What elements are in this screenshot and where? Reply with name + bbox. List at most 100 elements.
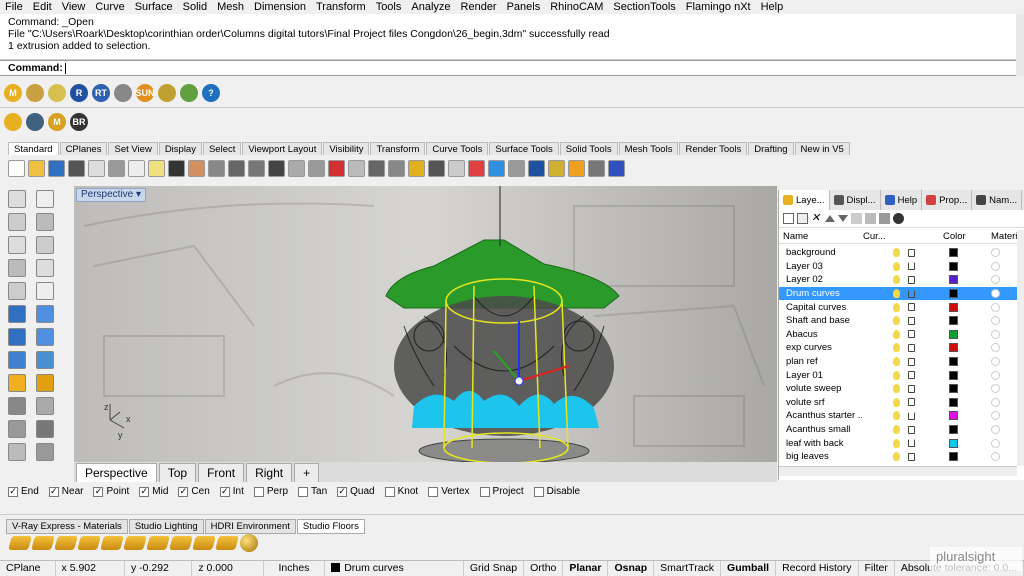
standard-tool-icon[interactable] [528, 159, 545, 177]
layer-name[interactable]: volute srf [786, 397, 862, 408]
standard-tool-icon[interactable] [188, 159, 205, 177]
layer-color-swatch[interactable] [949, 275, 958, 285]
layer-material-icon[interactable] [991, 302, 1000, 312]
status-toggle-osnap[interactable]: Osnap [608, 561, 655, 576]
plugin-icon[interactable]: M [4, 84, 22, 102]
units-label[interactable]: Inches [264, 561, 326, 576]
layer-color-swatch[interactable] [949, 329, 958, 339]
standard-tool-icon[interactable] [48, 159, 65, 177]
status-toggle-record-history[interactable]: Record History [776, 561, 859, 576]
move-parent-icon[interactable] [851, 213, 862, 224]
layer-visibility-bulb-icon[interactable] [893, 397, 900, 407]
osnap-cen[interactable]: ✓ Cen [178, 486, 210, 497]
standard-tool-icon[interactable] [508, 159, 525, 177]
command-scrollbar[interactable] [1016, 14, 1024, 76]
osnap-mid[interactable]: ✓ Mid [139, 486, 168, 497]
standard-tool-icon[interactable] [88, 159, 105, 177]
layer-lock-icon[interactable] [908, 316, 915, 325]
osnap-project[interactable]: Project [479, 486, 524, 497]
menu-item-surface[interactable]: Surface [130, 0, 178, 14]
left-tool-icon[interactable] [36, 236, 54, 254]
standard-tool-icon[interactable] [148, 159, 165, 177]
layer-visibility-bulb-icon[interactable] [893, 343, 900, 353]
status-toggle-ortho[interactable]: Ortho [524, 561, 564, 576]
osnap-checkbox[interactable] [298, 486, 309, 497]
status-toggle-filter[interactable]: Filter [859, 561, 895, 576]
floor-preset-icon[interactable] [54, 536, 78, 550]
layer-name[interactable]: Acanthus starter ... [786, 410, 862, 421]
standard-tool-icon[interactable] [348, 159, 365, 177]
menu-item-view[interactable]: View [57, 0, 91, 14]
panel-tab-0[interactable]: Laye... [779, 190, 830, 210]
plugin-icon[interactable] [180, 84, 198, 102]
layer-row[interactable]: volute sweep [779, 382, 1017, 396]
render-tab-v-ray-express-materials[interactable]: V-Ray Express - Materials [6, 519, 128, 534]
menu-item-analyze[interactable]: Analyze [406, 0, 455, 14]
standard-tool-icon[interactable] [68, 159, 85, 177]
plugin-icon[interactable] [114, 84, 132, 102]
layer-row[interactable]: Capital curves [779, 300, 1017, 314]
layer-row[interactable]: Acanthus starter ... [779, 409, 1017, 423]
standard-tool-icon[interactable] [548, 159, 565, 177]
layer-name[interactable]: background [786, 247, 862, 258]
osnap-checkbox[interactable]: ✓ [178, 486, 189, 497]
standard-tool-icon[interactable] [288, 159, 305, 177]
layer-material-icon[interactable] [991, 438, 1000, 448]
layer-unlock-icon[interactable] [908, 289, 915, 298]
layer-color-swatch[interactable] [949, 438, 958, 448]
osnap-checkbox[interactable]: ✓ [219, 486, 230, 497]
left-tool-icon[interactable] [36, 351, 54, 369]
tab-display[interactable]: Display [158, 142, 202, 155]
render-tab-hdri-environment[interactable]: HDRI Environment [204, 519, 296, 534]
render-tab-studio-lighting[interactable]: Studio Lighting [128, 519, 204, 534]
layer-material-icon[interactable] [991, 411, 1000, 421]
layer-material-icon[interactable] [991, 329, 1000, 339]
layer-visibility-bulb-icon[interactable] [893, 438, 900, 448]
help-icon[interactable] [893, 213, 904, 224]
standard-tool-icon[interactable] [328, 159, 345, 177]
standard-tool-icon[interactable] [448, 159, 465, 177]
layer-row[interactable]: Layer 01 [779, 368, 1017, 382]
left-tool-icon[interactable] [36, 305, 54, 323]
menu-item-flamingo-nxt[interactable]: Flamingo nXt [681, 0, 756, 14]
osnap-vertex[interactable]: Vertex [428, 486, 470, 497]
tab-viewport-layout[interactable]: Viewport Layout [242, 142, 323, 155]
layer-row[interactable]: background [779, 246, 1017, 260]
standard-tool-icon[interactable] [308, 159, 325, 177]
plugin-icon[interactable] [158, 84, 176, 102]
menu-item-solid[interactable]: Solid [178, 0, 212, 14]
layers-horizontal-scrollbar[interactable] [779, 466, 1017, 476]
layer-lock-icon[interactable] [908, 398, 915, 407]
panel-tab-4[interactable]: Nam... [972, 190, 1023, 210]
layer-lock-icon[interactable] [908, 425, 915, 434]
standard-tool-icon[interactable] [488, 159, 505, 177]
layer-visibility-bulb-icon[interactable] [893, 248, 900, 258]
left-tool-icon[interactable] [36, 397, 54, 415]
standard-tool-icon[interactable] [268, 159, 285, 177]
layer-material-icon[interactable] [991, 248, 1000, 258]
left-tool-icon[interactable] [8, 305, 26, 323]
layer-color-swatch[interactable] [949, 411, 958, 421]
layer-color-swatch[interactable] [949, 397, 958, 407]
layer-color-swatch[interactable] [949, 370, 958, 380]
layer-visibility-bulb-icon[interactable] [893, 261, 900, 271]
osnap-checkbox[interactable] [253, 486, 264, 497]
viewport-tab-perspective[interactable]: Perspective [76, 463, 157, 482]
status-toggle-gumball[interactable]: Gumball [721, 561, 777, 576]
left-tool-icon[interactable] [36, 374, 54, 392]
menu-item-transform[interactable]: Transform [311, 0, 371, 14]
layer-lock-icon[interactable] [908, 452, 915, 461]
layer-name[interactable]: Layer 03 [786, 261, 862, 272]
layer-name[interactable]: Drum curves [786, 288, 862, 299]
osnap-checkbox[interactable] [428, 486, 439, 497]
osnap-point[interactable]: ✓ Point [93, 486, 129, 497]
standard-tool-icon[interactable] [128, 159, 145, 177]
menu-item-mesh[interactable]: Mesh [212, 0, 249, 14]
layer-row[interactable]: volute srf [779, 396, 1017, 410]
menu-item-dimension[interactable]: Dimension [249, 0, 311, 14]
left-tool-icon[interactable] [36, 443, 54, 461]
layer-color-swatch[interactable] [949, 302, 958, 312]
left-tool-icon[interactable] [36, 420, 54, 438]
left-tool-icon[interactable] [8, 282, 26, 300]
menu-item-tools[interactable]: Tools [371, 0, 407, 14]
